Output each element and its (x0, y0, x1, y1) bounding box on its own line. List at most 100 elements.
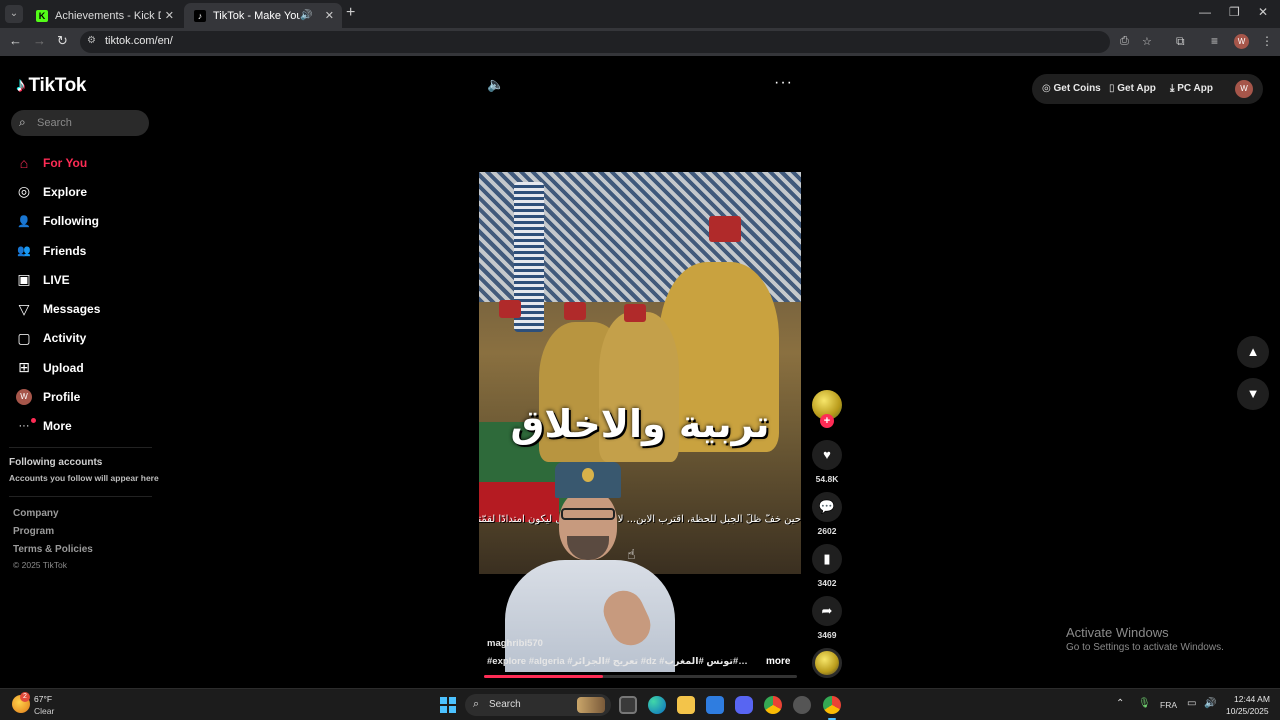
browser-menu-icon[interactable]: ⋮ (1261, 34, 1273, 48)
footer-link-terms[interactable]: Terms & Policies (13, 544, 93, 555)
avatar: W (16, 389, 32, 406)
logo-text: TikTok (28, 75, 87, 96)
bookmark-star-icon[interactable]: ☆ (1142, 35, 1152, 48)
tab-close-icon[interactable]: ✕ (325, 9, 334, 22)
next-video-button[interactable]: ▼ (1237, 378, 1269, 410)
sidebar-item-label: Explore (43, 184, 88, 199)
sidebar-item-activity[interactable]: ▢ Activity (16, 324, 100, 353)
more-icon: ··· (16, 418, 36, 432)
sidebar-item-label: More (43, 419, 72, 434)
follow-plus-icon[interactable]: + (820, 414, 834, 428)
volume-tray-icon[interactable]: 🔊 (1204, 698, 1216, 709)
video-fez (709, 216, 741, 242)
comment-button[interactable]: 💬 2602 (811, 492, 843, 536)
comment-icon: 💬 (812, 492, 842, 522)
media-controls-icon[interactable]: ≡ (1211, 34, 1218, 48)
volume-icon[interactable]: 🔈 (487, 76, 504, 93)
chrome-profile-icon[interactable] (823, 696, 841, 720)
video-author[interactable]: maghribi570 (487, 638, 543, 649)
sidebar-item-live[interactable]: ▣ LIVE (16, 265, 100, 294)
activity-icon: ▢ (17, 329, 31, 346)
clock-date[interactable]: 10/25/2025 (1226, 706, 1269, 716)
search-icon: ⌕ (19, 115, 26, 129)
like-button[interactable]: ♥ 54.8K (811, 440, 843, 484)
avatar[interactable]: W (1235, 80, 1253, 98)
activate-windows-subtitle: Go to Settings to activate Windows. (1066, 642, 1224, 653)
sidebar-item-label: Following (43, 214, 99, 229)
extensions-icon[interactable]: ⧉ (1176, 34, 1185, 49)
tray-overflow-icon[interactable]: ⌃ (1116, 698, 1124, 709)
reload-icon[interactable]: ↻ (57, 33, 68, 49)
tab-audio-icon[interactable]: 🔊 (300, 10, 312, 21)
temperature[interactable]: 67°F (34, 694, 52, 704)
sidebar-item-explore[interactable]: ◎ Explore (16, 177, 100, 206)
search-input[interactable]: ⌕ Search (11, 110, 149, 136)
sidebar-item-for-you[interactable]: ⌂ For You (16, 148, 100, 177)
close-window-icon[interactable]: ✕ (1258, 5, 1268, 19)
sidebar-item-following[interactable]: 👤 Following (16, 207, 100, 236)
sidebar-item-label: For You (43, 155, 88, 170)
back-icon[interactable]: ← (9, 33, 22, 48)
sidebar-divider (9, 447, 152, 448)
bookmark-icon: ▮ (812, 544, 842, 574)
kick-favicon-icon: K (36, 9, 48, 22)
chrome-icon[interactable] (764, 696, 782, 714)
save-button[interactable]: ▮ 3402 (811, 544, 843, 588)
tiktok-logo[interactable]: ♪ TikTok (16, 75, 86, 97)
task-view-icon[interactable] (619, 696, 637, 714)
get-app-button[interactable]: ▯ Get App (1109, 83, 1156, 94)
share-button[interactable]: ➦ 3469 (811, 596, 843, 640)
site-info-icon[interactable]: ⚙ (87, 35, 96, 46)
tab-close-icon[interactable]: ✕ (165, 9, 174, 22)
restore-icon[interactable]: ❐ (1229, 5, 1240, 19)
friends-icon: 👥 (17, 245, 31, 258)
more-options-icon[interactable]: ··· (774, 74, 793, 92)
new-tab-button[interactable]: + (346, 5, 355, 21)
tab-kick-dashboard[interactable]: K Achievements - Kick Dashboard ✕ (26, 3, 182, 28)
discord-icon[interactable] (735, 696, 753, 714)
tab-search-button[interactable]: ⌄ (5, 5, 23, 23)
chevron-down-icon: ▼ (1246, 386, 1260, 401)
taskbar-search[interactable]: ⌕ Search (465, 694, 611, 716)
settings-icon[interactable] (793, 696, 811, 714)
microsoft-store-icon[interactable] (706, 696, 724, 714)
live-icon: ▣ (17, 271, 31, 288)
forward-icon[interactable]: → (33, 33, 46, 48)
microphone-icon[interactable]: 🎙 (1138, 698, 1151, 709)
tab-tiktok[interactable]: ♪ TikTok - Make Your Day 🔊 ✕ (184, 3, 342, 28)
url-text: tiktok.com/en/ (105, 35, 173, 47)
edge-icon[interactable] (648, 696, 666, 714)
video-fez (624, 304, 646, 322)
previous-video-button[interactable]: ▲ (1237, 336, 1269, 368)
footer-link-company[interactable]: Company (13, 508, 59, 519)
network-icon[interactable]: ▭ (1187, 698, 1196, 709)
description-more-link[interactable]: more (766, 656, 790, 667)
following-accounts-title: Following accounts (9, 457, 103, 468)
browser-profile-avatar[interactable]: W (1234, 34, 1249, 49)
sidebar-item-upload[interactable]: ⊞ Upload (16, 353, 100, 382)
taskbar-search-label: Search (489, 699, 521, 710)
music-disc-icon[interactable] (812, 648, 842, 678)
save-count: 3402 (817, 578, 837, 588)
install-app-icon[interactable]: ⎙ (1120, 35, 1129, 48)
sidebar-item-label: Upload (43, 360, 84, 375)
file-explorer-icon[interactable] (677, 696, 695, 714)
video-hashtags[interactable]: #explore #algeria #تعريج #الجزائر #dz #ا… (487, 656, 749, 667)
sidebar-item-messages[interactable]: ▽ Messages (16, 294, 101, 323)
search-placeholder: Search (37, 117, 72, 129)
weather-condition[interactable]: Clear (34, 706, 54, 716)
start-windows-icon[interactable] (440, 697, 456, 713)
video-progress-bar[interactable] (484, 675, 797, 678)
address-bar[interactable]: ⚙ tiktok.com/en/ ⎙ ☆ (80, 31, 1152, 53)
get-coins-button[interactable]: ◎ Get Coins (1042, 83, 1101, 94)
sidebar-item-profile[interactable]: W Profile (16, 382, 100, 411)
minimize-icon[interactable]: — (1199, 5, 1211, 19)
sidebar-item-friends[interactable]: 👥 Friends (16, 236, 100, 265)
clock-time[interactable]: 12:44 AM (1234, 694, 1270, 704)
pc-app-button[interactable]: ⤓ PC App (1170, 83, 1213, 94)
sidebar-item-label: Friends (43, 243, 87, 258)
language-indicator[interactable]: FRA (1160, 700, 1177, 710)
chevron-up-icon: ▲ (1246, 344, 1260, 359)
footer-link-program[interactable]: Program (13, 526, 54, 537)
sidebar-item-more[interactable]: ··· More (16, 412, 100, 441)
